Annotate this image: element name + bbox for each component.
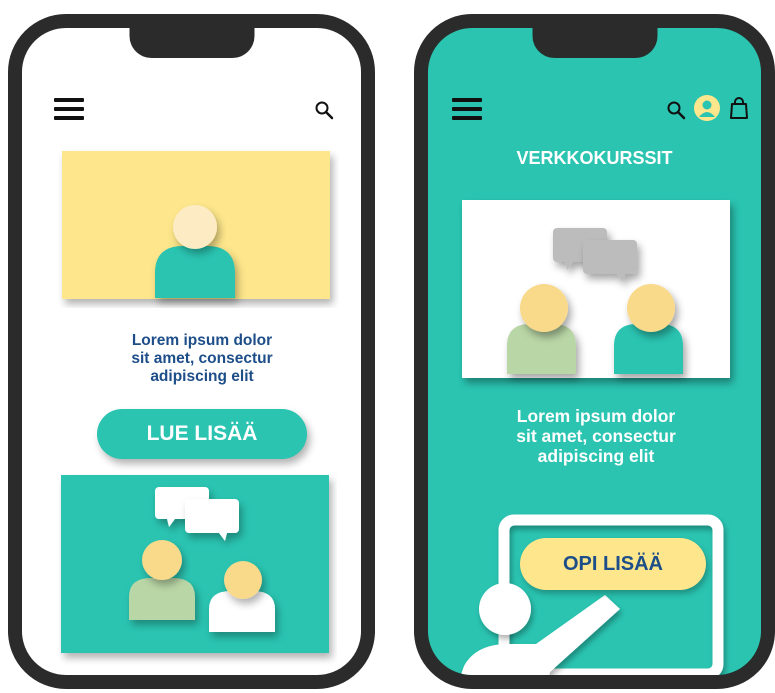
online-course-illustration-card: [462, 200, 730, 378]
page-title: VERKKOKURSSIT: [516, 148, 673, 168]
hamburger-menu-icon[interactable]: [54, 98, 84, 122]
phone-mockup-left: Lorem ipsum dolor sit amet, consectur ad…: [8, 14, 375, 689]
teacher-whiteboard-illustration: [460, 514, 724, 675]
discussion-illustration-card: [61, 475, 329, 653]
right-body-text: Lorem ipsum dolor sit amet, consectur ad…: [494, 406, 698, 466]
course-card-background: [462, 200, 730, 378]
right-body-text-line1: Lorem ipsum dolor: [516, 406, 676, 426]
hamburger-menu-icon[interactable]: [452, 98, 482, 122]
search-icon[interactable]: [666, 100, 688, 122]
hero-illustration-card: [62, 151, 330, 299]
phone-notch: [129, 28, 254, 58]
search-icon[interactable]: [314, 100, 336, 122]
phone-notch: [532, 28, 657, 58]
phone-mockup-right: VERKKOKURSSIT Lorem ipsum dolor sit amet…: [414, 14, 775, 689]
right-body-text-line2: sit amet, consectur: [516, 426, 676, 447]
shopping-bag-icon[interactable]: [728, 96, 750, 120]
left-body-text: Lorem ipsum dolor sit amet, consectur ad…: [102, 332, 302, 385]
user-avatar-icon[interactable]: [693, 94, 721, 122]
right-body-text-line3: adipiscing elit: [537, 446, 655, 467]
lue-lisaa-button[interactable]: LUE LISÄÄ: [97, 409, 307, 459]
opi-lisaa-button[interactable]: OPI LISÄÄ: [520, 538, 706, 590]
left-body-text-line1: Lorem ipsum dolor: [131, 332, 273, 349]
left-body-text-line3: adipiscing elit: [150, 367, 254, 385]
left-body-text-line2: sit amet, consectur: [131, 349, 273, 367]
